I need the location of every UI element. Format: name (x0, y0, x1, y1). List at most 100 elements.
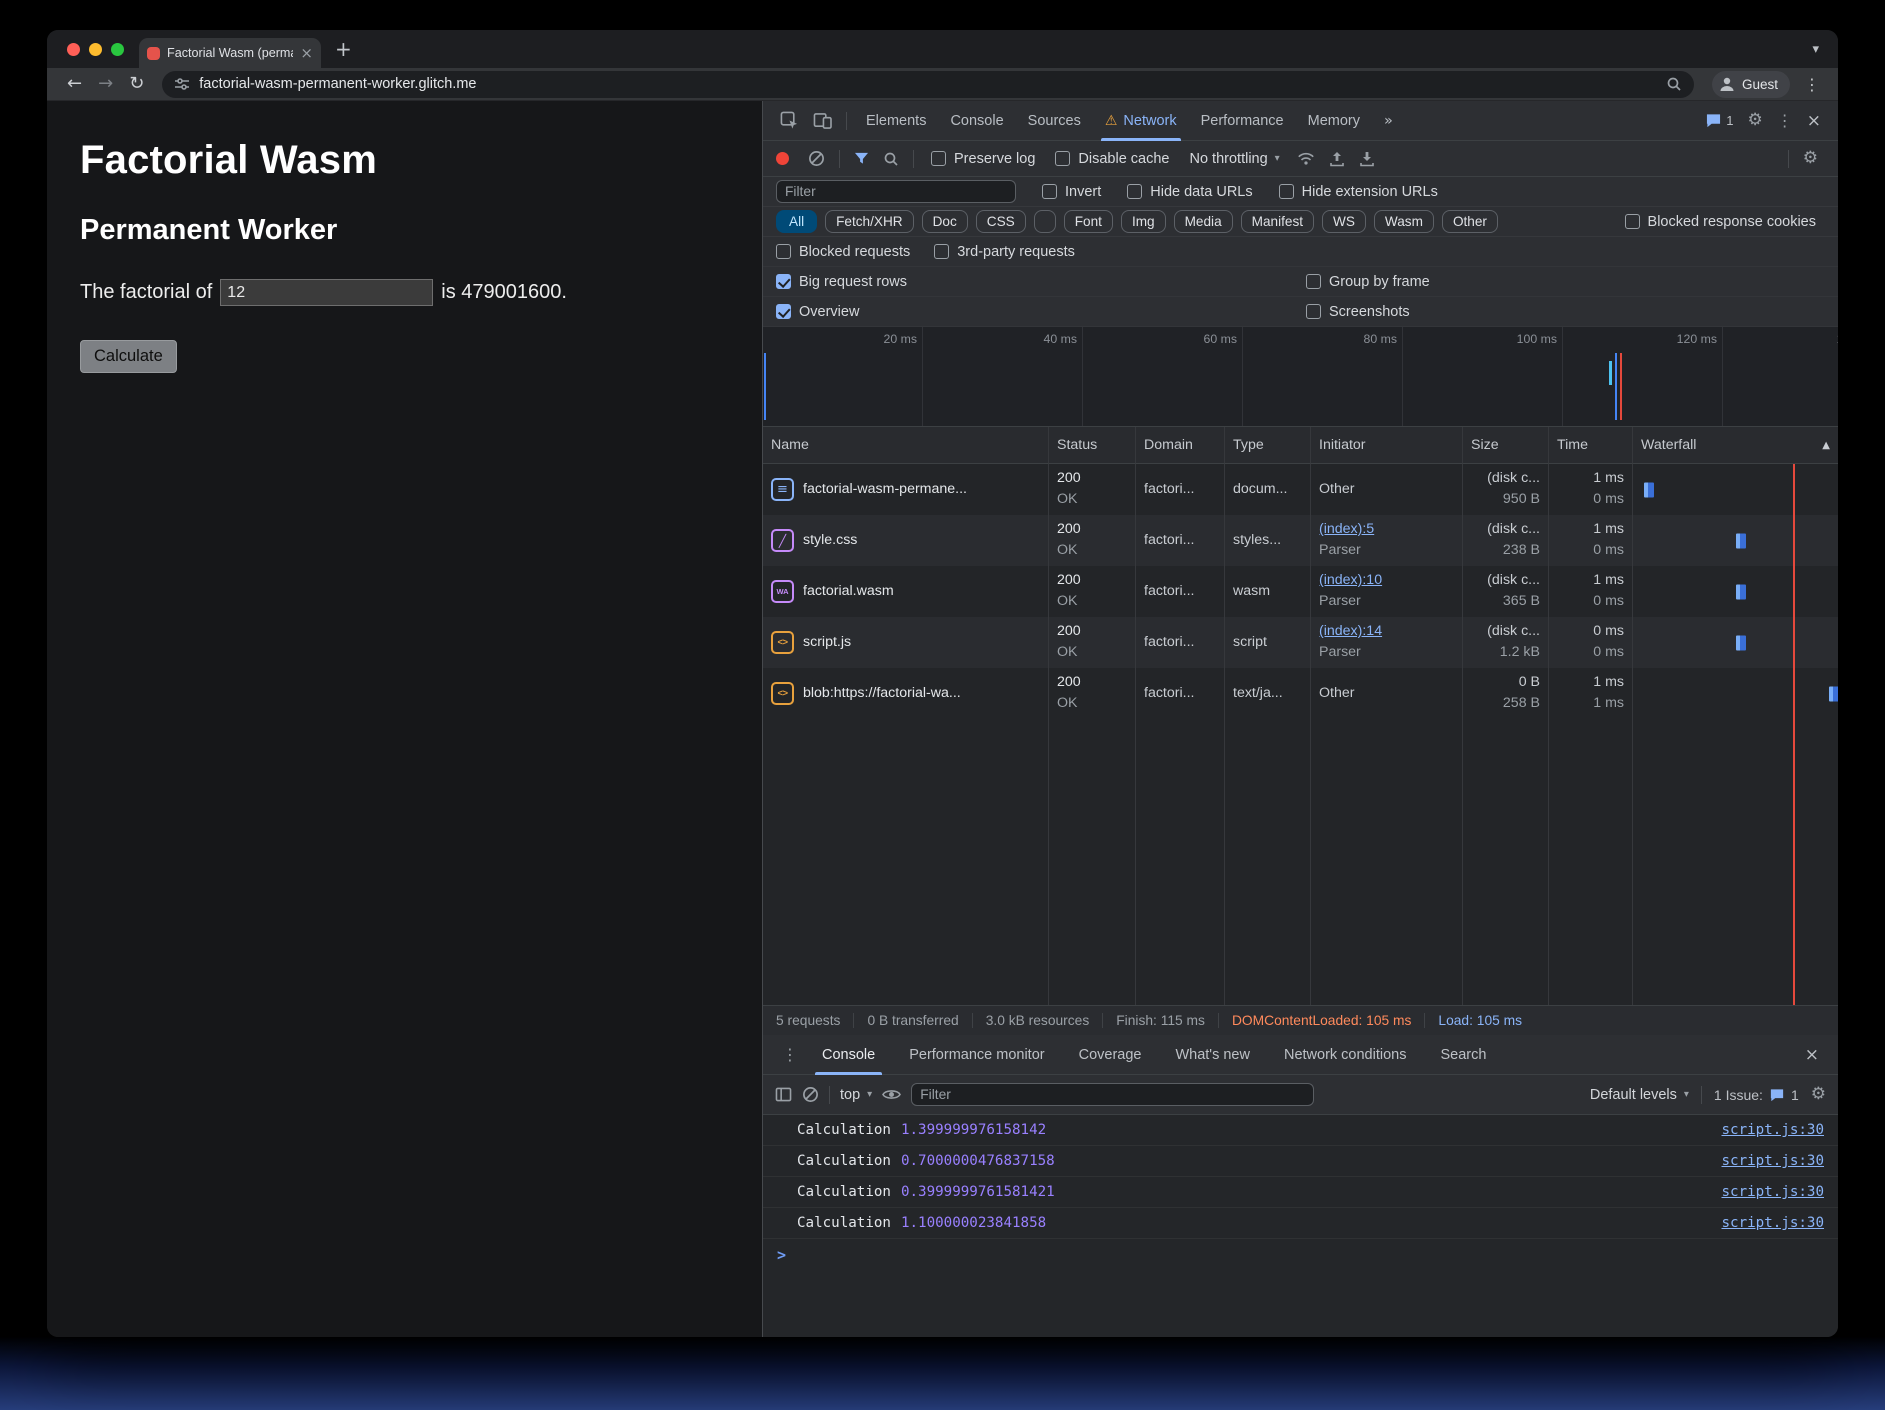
column-header-name[interactable]: Name (763, 427, 1049, 464)
tab-console[interactable]: Console (938, 101, 1015, 141)
tab-sources[interactable]: Sources (1016, 101, 1093, 141)
inspect-element-icon[interactable] (780, 111, 799, 130)
table-row[interactable]: ≡factorial-wasm-permane... 200OK factori… (763, 464, 1838, 515)
url-bar[interactable]: factorial-wasm-permanent-worker.glitch.m… (162, 71, 1694, 98)
site-settings-icon[interactable] (174, 76, 190, 92)
screenshots-checkbox[interactable] (1306, 304, 1321, 319)
source-link[interactable]: script.js:30 (1722, 1184, 1825, 1200)
drawer-tab-search[interactable]: Search (1423, 1035, 1503, 1075)
tab-search-chevron-icon[interactable]: ▾ (1812, 42, 1819, 57)
browser-tab[interactable]: Factorial Wasm (permanent W × (139, 38, 321, 68)
blocked-response-cookies-checkbox[interactable] (1625, 214, 1640, 229)
forward-button[interactable]: → (98, 75, 113, 93)
back-button[interactable]: ← (67, 75, 82, 93)
initiator-link[interactable]: (index):10 (1319, 570, 1454, 591)
filter-chip-media[interactable]: Media (1174, 210, 1233, 233)
filter-chip-wasm[interactable]: Wasm (1374, 210, 1434, 233)
filter-chip-all[interactable]: All (776, 210, 817, 233)
third-party-requests-checkbox[interactable] (934, 244, 949, 259)
close-window-button[interactable] (67, 43, 80, 56)
drawer-close-icon[interactable]: × (1805, 1045, 1819, 1065)
devtools-menu-icon[interactable]: ⋮ (1777, 111, 1793, 130)
column-header-waterfall[interactable]: Waterfall ▲ (1633, 427, 1838, 464)
clear-network-log-icon[interactable] (808, 150, 825, 167)
filter-chip-font[interactable]: Font (1064, 210, 1113, 233)
table-row[interactable]: <>blob:https://factorial-wa... 200OK fac… (763, 668, 1838, 719)
issues-counter[interactable]: 1 Issue: 1 (1714, 1087, 1799, 1103)
table-row[interactable]: <>script.js 200OK factori... script (ind… (763, 617, 1838, 668)
console-settings-gear-icon[interactable]: ⚙ (1811, 1086, 1826, 1103)
column-header-time[interactable]: Time (1549, 427, 1633, 464)
import-har-icon[interactable] (1359, 151, 1375, 167)
drawer-menu-icon[interactable]: ⋮ (782, 1045, 798, 1064)
more-tabs-button[interactable]: » (1372, 101, 1405, 141)
table-row[interactable]: ╱style.css 200OK factori... styles... (i… (763, 515, 1838, 566)
filter-chip-css[interactable]: CSS (976, 210, 1026, 233)
tab-network[interactable]: ⚠ Network (1093, 101, 1189, 141)
filter-funnel-icon[interactable] (854, 152, 869, 166)
source-link[interactable]: script.js:30 (1722, 1122, 1825, 1138)
zoom-magnifier-icon[interactable] (1666, 76, 1682, 92)
factorial-input[interactable] (220, 279, 433, 306)
filter-chip-ws[interactable]: WS (1322, 210, 1366, 233)
drawer-tab-performance-monitor[interactable]: Performance monitor (892, 1035, 1061, 1075)
network-filter-input[interactable] (776, 180, 1016, 203)
drawer-tab-network-conditions[interactable]: Network conditions (1267, 1035, 1424, 1075)
filter-chip-fetch-xhr[interactable]: Fetch/XHR (825, 210, 913, 233)
new-tab-button[interactable]: + (335, 39, 352, 59)
drawer-tab-whats-new[interactable]: What's new (1158, 1035, 1267, 1075)
column-header-type[interactable]: Type (1225, 427, 1311, 464)
console-filter-input[interactable] (911, 1083, 1314, 1106)
group-by-frame-checkbox[interactable] (1306, 274, 1321, 289)
search-icon[interactable] (883, 151, 899, 167)
devtools-close-icon[interactable]: × (1807, 111, 1821, 131)
overview-checkbox[interactable] (776, 304, 791, 319)
log-levels-dropdown[interactable]: Default levels ▾ (1590, 1087, 1689, 1103)
column-header-initiator[interactable]: Initiator (1311, 427, 1463, 464)
filter-chip-js[interactable] (1034, 210, 1056, 233)
export-har-icon[interactable] (1329, 151, 1345, 167)
hide-extension-urls-checkbox[interactable] (1279, 184, 1294, 199)
clear-console-icon[interactable] (802, 1086, 819, 1103)
tab-performance[interactable]: Performance (1189, 101, 1296, 141)
issues-button[interactable]: 1 (1705, 113, 1733, 128)
column-header-size[interactable]: Size (1463, 427, 1549, 464)
console-sidebar-icon[interactable] (775, 1087, 792, 1102)
profile-button[interactable]: Guest (1712, 71, 1790, 98)
throttling-dropdown[interactable]: No throttling ▾ (1189, 151, 1279, 167)
drawer-tab-coverage[interactable]: Coverage (1062, 1035, 1159, 1075)
table-row[interactable]: WAfactorial.wasm 200OK factori... wasm (… (763, 566, 1838, 617)
zoom-window-button[interactable] (111, 43, 124, 56)
initiator-link[interactable]: (index):14 (1319, 621, 1454, 642)
reload-button[interactable]: ↻ (129, 75, 144, 93)
network-overview-timeline[interactable]: 20 ms 40 ms 60 ms 80 ms 100 ms 120 ms 14… (763, 327, 1838, 427)
devtools-settings-gear-icon[interactable]: ⚙ (1748, 112, 1763, 129)
column-header-domain[interactable]: Domain (1136, 427, 1225, 464)
source-link[interactable]: script.js:30 (1722, 1215, 1825, 1231)
context-selector[interactable]: top ▾ (840, 1087, 872, 1103)
filter-chip-manifest[interactable]: Manifest (1241, 210, 1314, 233)
tab-elements[interactable]: Elements (854, 101, 938, 141)
browser-menu-icon[interactable]: ⋮ (1804, 75, 1820, 94)
calculate-button[interactable]: Calculate (80, 340, 177, 373)
tab-close-icon[interactable]: × (300, 44, 313, 62)
blocked-requests-checkbox[interactable] (776, 244, 791, 259)
disable-cache-checkbox[interactable] (1055, 151, 1070, 166)
preserve-log-checkbox[interactable] (931, 151, 946, 166)
minimize-window-button[interactable] (89, 43, 102, 56)
source-link[interactable]: script.js:30 (1722, 1153, 1825, 1169)
initiator-link[interactable]: (index):5 (1319, 519, 1454, 540)
filter-chip-other[interactable]: Other (1442, 210, 1498, 233)
big-request-rows-checkbox[interactable] (776, 274, 791, 289)
filter-chip-doc[interactable]: Doc (922, 210, 968, 233)
tab-memory[interactable]: Memory (1296, 101, 1372, 141)
network-settings-gear-icon[interactable]: ⚙ (1803, 150, 1818, 167)
network-conditions-icon[interactable] (1297, 152, 1315, 166)
drawer-tab-console[interactable]: Console (805, 1035, 892, 1075)
hide-data-urls-checkbox[interactable] (1127, 184, 1142, 199)
column-header-status[interactable]: Status (1049, 427, 1136, 464)
filter-chip-img[interactable]: Img (1121, 210, 1166, 233)
record-network-log-button[interactable] (776, 152, 789, 165)
device-toolbar-icon[interactable] (813, 112, 832, 129)
live-expression-eye-icon[interactable] (882, 1088, 901, 1101)
